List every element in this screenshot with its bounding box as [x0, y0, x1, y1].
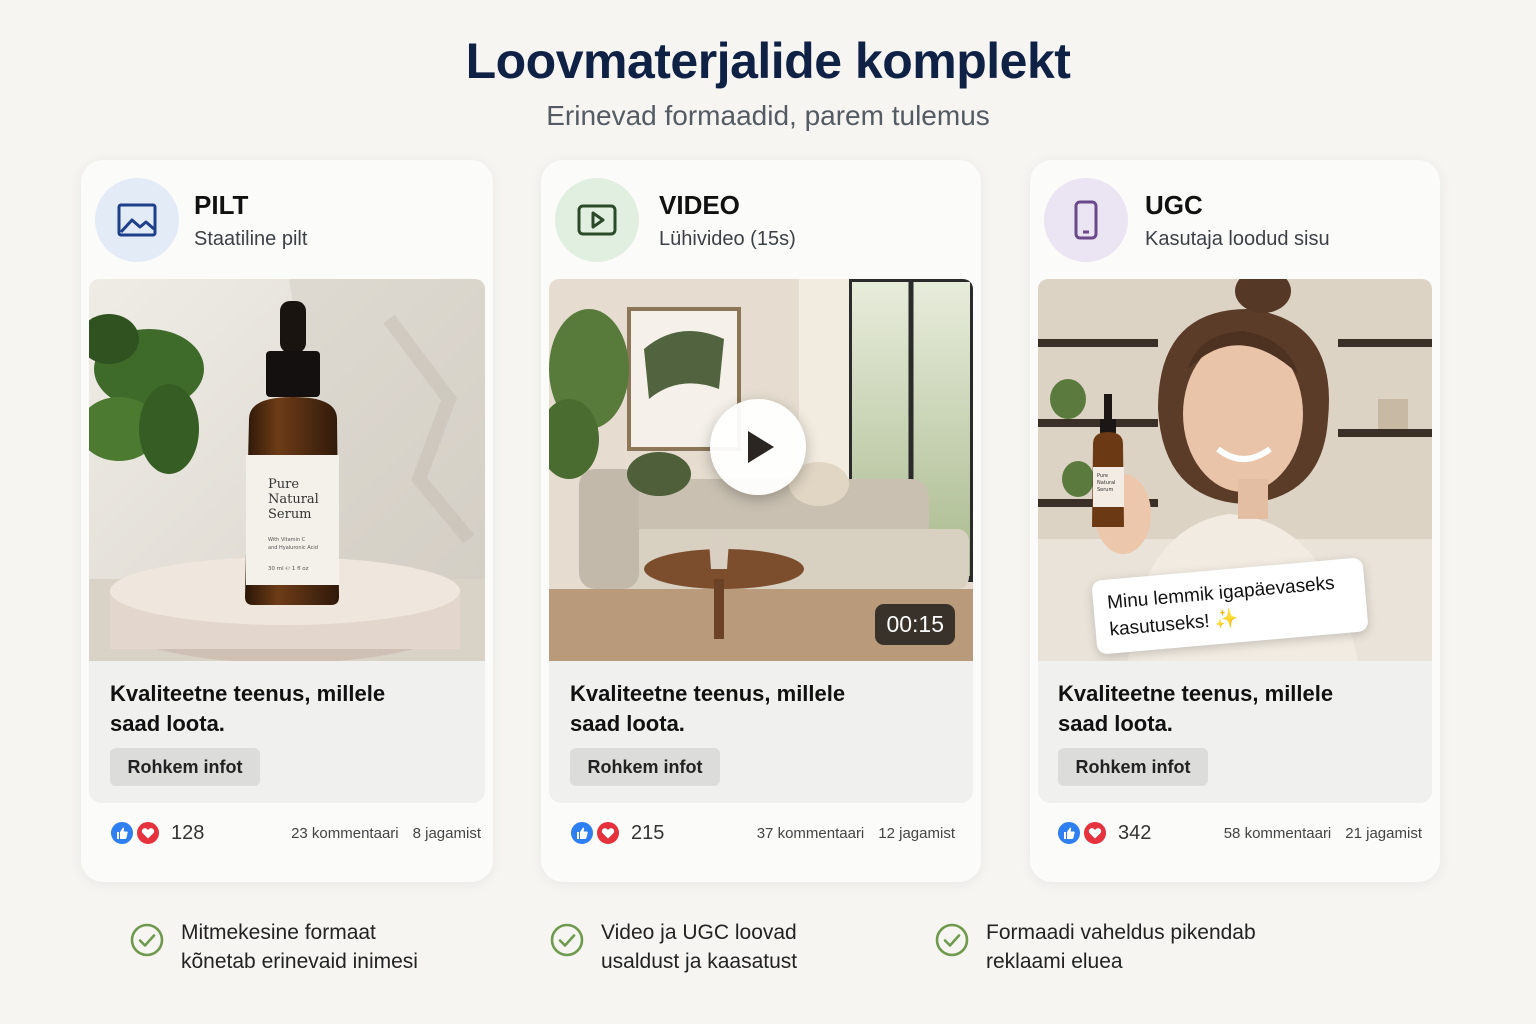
ad-card-video: VIDEO Lühivideo (15s) 00:15 Kvaliteetne … — [541, 160, 981, 882]
benefit-item: Mitmekesine formaat kõnetab erinevaid in… — [130, 918, 460, 978]
reaction-count: 342 — [1118, 822, 1152, 844]
page-subtitle: Erinevad formaadid, parem tulemus — [546, 100, 990, 131]
check-circle-icon — [935, 923, 969, 957]
comment-count[interactable]: 37 kommentaari — [757, 825, 865, 842]
ad-body: Kvaliteetne teenus, millele saad loota. … — [89, 661, 485, 803]
play-button[interactable] — [710, 399, 806, 495]
share-count[interactable]: 12 jagamist — [878, 825, 955, 842]
video-duration: 00:15 — [875, 604, 955, 645]
play-icon — [748, 431, 774, 463]
format-title: VIDEO — [659, 190, 740, 220]
comment-count[interactable]: 58 kommentaari — [1224, 825, 1332, 842]
ad-card-ugc: UGC Kasutaja loodud sisu Pure Natural Se… — [1030, 160, 1440, 882]
format-badge — [1044, 178, 1128, 262]
card-header: UGC Kasutaja loodud sisu — [1044, 178, 1426, 262]
comments-shares: 58 kommentaari 21 jagamist — [1224, 825, 1422, 842]
ad-body: Kvaliteetne teenus, millele saad loota. … — [549, 661, 973, 803]
more-info-button[interactable]: Rohkem infot — [110, 748, 260, 786]
comments-shares: 23 kommentaari 8 jagamist — [291, 825, 481, 842]
label-fine: 30 ml ℮ 1 fl oz — [268, 566, 309, 572]
product-photo: Pure Natural Serum With Vitamin C and Hy… — [89, 279, 485, 661]
label-line: Pure — [268, 477, 299, 492]
label-line: Pure — [1097, 473, 1108, 479]
engagement-stats: 342 58 kommentaari 21 jagamist — [1056, 819, 1428, 847]
reaction-count: 215 — [631, 822, 665, 844]
ad-card-image: PILT Staatiline pilt Pure Natural Serum … — [81, 160, 493, 882]
ad-media-video[interactable]: 00:15 — [549, 279, 973, 661]
more-info-button[interactable]: Rohkem infot — [570, 748, 720, 786]
format-title: PILT — [194, 190, 249, 220]
ad-headline: Kvaliteetne teenus, millele saad loota. — [110, 681, 386, 736]
heart-icon — [595, 820, 621, 846]
check-circle-icon — [130, 923, 164, 957]
label-fine: With Vitamin C — [268, 537, 306, 543]
benefit-text: Mitmekesine formaat kõnetab erinevaid in… — [181, 921, 418, 973]
share-count[interactable]: 8 jagamist — [413, 825, 481, 842]
reactions[interactable] — [569, 820, 623, 846]
like-icon — [109, 820, 135, 846]
like-icon — [569, 820, 595, 846]
heart-icon — [1082, 820, 1108, 846]
check-circle-icon — [550, 923, 584, 957]
ad-headline: Kvaliteetne teenus, millele saad loota. — [570, 681, 846, 736]
benefit-item: Video ja UGC loovad usaldust ja kaasatus… — [550, 918, 880, 978]
benefit-text: Formaadi vaheldus pikendab reklaami elue… — [986, 921, 1256, 973]
benefit-text: Video ja UGC loovad usaldust ja kaasatus… — [601, 921, 798, 973]
reactions[interactable] — [109, 820, 163, 846]
ad-media-image[interactable]: Pure Natural Serum With Vitamin C and Hy… — [89, 279, 485, 661]
ad-body: Kvaliteetne teenus, millele saad loota. … — [1038, 661, 1432, 803]
comments-shares: 37 kommentaari 12 jagamist — [757, 825, 955, 842]
label-line: Serum — [1097, 487, 1113, 493]
label-fine: and Hyaluronic Acid — [268, 545, 318, 551]
ad-media-ugc[interactable]: Pure Natural Serum Minu lemmik igapäevas… — [1038, 279, 1432, 661]
more-info-button[interactable]: Rohkem infot — [1058, 748, 1208, 786]
image-icon — [117, 203, 157, 237]
format-badge — [555, 178, 639, 262]
card-header: VIDEO Lühivideo (15s) — [555, 178, 967, 262]
benefit-item: Formaadi vaheldus pikendab reklaami elue… — [935, 918, 1295, 978]
format-title: UGC — [1145, 190, 1203, 220]
format-badge — [95, 178, 179, 262]
comment-count[interactable]: 23 kommentaari — [291, 825, 399, 842]
like-icon — [1056, 820, 1082, 846]
reaction-count: 128 — [171, 822, 205, 844]
share-count[interactable]: 21 jagamist — [1345, 825, 1422, 842]
card-header: PILT Staatiline pilt — [95, 178, 479, 262]
label-line: Natural — [268, 492, 319, 507]
format-description: Lühivideo (15s) — [659, 228, 796, 250]
label-line: Natural — [1097, 480, 1115, 486]
format-description: Kasutaja loodud sisu — [1145, 228, 1330, 250]
ad-headline: Kvaliteetne teenus, millele saad loota. — [1058, 681, 1334, 736]
play-square-icon — [577, 204, 617, 236]
reactions[interactable] — [1056, 820, 1110, 846]
engagement-stats: 215 37 kommentaari 12 jagamist — [569, 819, 969, 847]
format-description: Staatiline pilt — [194, 228, 308, 250]
smartphone-icon — [1074, 200, 1098, 240]
label-line: Serum — [268, 507, 312, 522]
page-title: Loovmaterjalide komplekt — [465, 33, 1071, 89]
engagement-stats: 128 23 kommentaari 8 jagamist — [109, 819, 481, 847]
heart-icon — [135, 820, 161, 846]
